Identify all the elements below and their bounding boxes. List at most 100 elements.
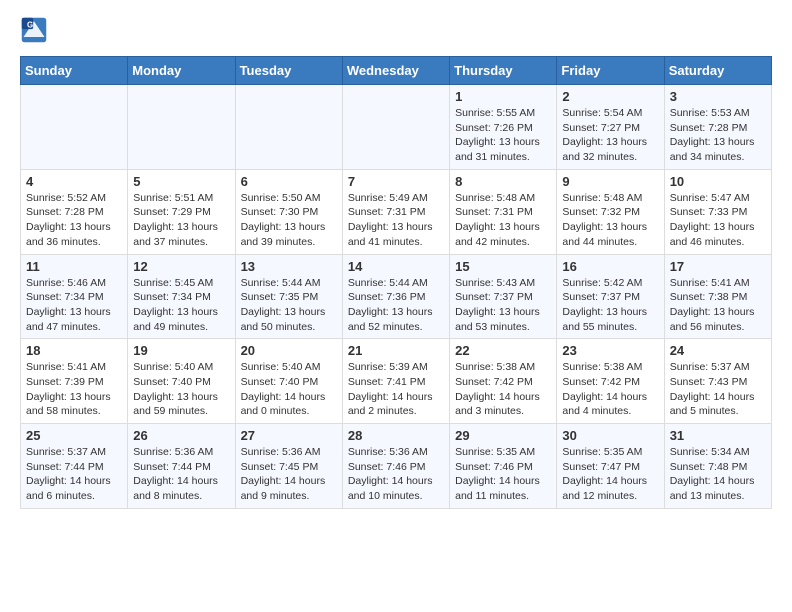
day-number: 1 xyxy=(455,89,551,104)
calendar-cell: 15 Sunrise: 5:43 AMSunset: 7:37 PMDayligh… xyxy=(450,254,557,339)
calendar-cell: 16 Sunrise: 5:42 AMSunset: 7:37 PMDayligh… xyxy=(557,254,664,339)
calendar-cell: 3 Sunrise: 5:53 AMSunset: 7:28 PMDaylight… xyxy=(664,85,771,170)
calendar-cell: 2Sunrise: 5:54 AMSunset: 7:27 PMDaylight… xyxy=(557,85,664,170)
day-number: 27 xyxy=(241,428,337,443)
day-number: 29 xyxy=(455,428,551,443)
calendar-cell: 5Sunrise: 5:51 AMSunset: 7:29 PMDaylight… xyxy=(128,169,235,254)
day-number: 9 xyxy=(562,174,658,189)
day-number: 26 xyxy=(133,428,229,443)
weekday-header-monday: Monday xyxy=(128,57,235,85)
day-number: 31 xyxy=(670,428,766,443)
day-info: Sunrise: 5:44 AMSunset: 7:35 PMDaylight:… xyxy=(241,276,337,335)
day-info: Sunrise: 5:37 AMSunset: 7:44 PMDaylight:… xyxy=(26,445,122,504)
day-number: 21 xyxy=(348,343,444,358)
calendar-cell: 24 Sunrise: 5:37 AMSunset: 7:43 PMDayligh… xyxy=(664,339,771,424)
calendar-cell: 28 Sunrise: 5:36 AMSunset: 7:46 PMDayligh… xyxy=(342,424,449,509)
day-info: Sunrise: 5:50 AMSunset: 7:30 PMDaylight:… xyxy=(241,191,337,250)
calendar-cell: 22 Sunrise: 5:38 AMSunset: 7:42 PMDayligh… xyxy=(450,339,557,424)
day-info: Sunrise: 5:36 AMSunset: 7:44 PMDaylight:… xyxy=(133,445,229,504)
day-number: 25 xyxy=(26,428,122,443)
day-number: 15 xyxy=(455,259,551,274)
day-info: Sunrise: 5:43 AMSunset: 7:37 PMDaylight:… xyxy=(455,276,551,335)
calendar-cell: 18Sunrise: 5:41 AMSunset: 7:39 PMDayligh… xyxy=(21,339,128,424)
day-info: Sunrise: 5:42 AMSunset: 7:37 PMDaylight:… xyxy=(562,276,658,335)
calendar-cell xyxy=(342,85,449,170)
day-number: 28 xyxy=(348,428,444,443)
calendar-cell: 31 Sunrise: 5:34 AMSunset: 7:48 PMDayligh… xyxy=(664,424,771,509)
calendar-cell xyxy=(128,85,235,170)
calendar-cell: 11 Sunrise: 5:46 AMSunset: 7:34 PMDayligh… xyxy=(21,254,128,339)
calendar-cell xyxy=(235,85,342,170)
day-info: Sunrise: 5:48 AMSunset: 7:31 PMDaylight:… xyxy=(455,191,551,250)
day-number: 10 xyxy=(670,174,766,189)
day-info: Sunrise: 5:45 AMSunset: 7:34 PMDaylight:… xyxy=(133,276,229,335)
day-info: Sunrise: 5:35 AMSunset: 7:47 PMDaylight:… xyxy=(562,445,658,504)
day-info: Sunrise: 5:53 AMSunset: 7:28 PMDaylight:… xyxy=(670,106,766,165)
week-row-3: 11 Sunrise: 5:46 AMSunset: 7:34 PMDayligh… xyxy=(21,254,772,339)
week-row-2: 4 Sunrise: 5:52 AMSunset: 7:28 PMDaylight… xyxy=(21,169,772,254)
day-number: 12 xyxy=(133,259,229,274)
calendar-cell: 1Sunrise: 5:55 AMSunset: 7:26 PMDaylight… xyxy=(450,85,557,170)
calendar-cell: 26 Sunrise: 5:36 AMSunset: 7:44 PMDayligh… xyxy=(128,424,235,509)
day-info: Sunrise: 5:44 AMSunset: 7:36 PMDaylight:… xyxy=(348,276,444,335)
day-info: Sunrise: 5:49 AMSunset: 7:31 PMDaylight:… xyxy=(348,191,444,250)
page: G SundayMondayTuesdayWednesdayThursdayFr… xyxy=(0,0,792,525)
day-number: 8 xyxy=(455,174,551,189)
calendar-cell: 12 Sunrise: 5:45 AMSunset: 7:34 PMDayligh… xyxy=(128,254,235,339)
weekday-header-friday: Friday xyxy=(557,57,664,85)
day-number: 4 xyxy=(26,174,122,189)
day-number: 24 xyxy=(670,343,766,358)
calendar-cell: 27Sunrise: 5:36 AMSunset: 7:45 PMDayligh… xyxy=(235,424,342,509)
day-info: Sunrise: 5:46 AMSunset: 7:34 PMDaylight:… xyxy=(26,276,122,335)
day-info: Sunrise: 5:47 AMSunset: 7:33 PMDaylight:… xyxy=(670,191,766,250)
week-row-5: 25 Sunrise: 5:37 AMSunset: 7:44 PMDayligh… xyxy=(21,424,772,509)
calendar-cell: 21Sunrise: 5:39 AMSunset: 7:41 PMDayligh… xyxy=(342,339,449,424)
day-number: 30 xyxy=(562,428,658,443)
weekday-header-sunday: Sunday xyxy=(21,57,128,85)
day-number: 14 xyxy=(348,259,444,274)
day-info: Sunrise: 5:38 AMSunset: 7:42 PMDaylight:… xyxy=(562,360,658,419)
calendar-cell: 14 Sunrise: 5:44 AMSunset: 7:36 PMDayligh… xyxy=(342,254,449,339)
day-number: 3 xyxy=(670,89,766,104)
calendar-cell: 9 Sunrise: 5:48 AMSunset: 7:32 PMDaylight… xyxy=(557,169,664,254)
day-info: Sunrise: 5:54 AMSunset: 7:27 PMDaylight:… xyxy=(562,106,658,165)
day-info: Sunrise: 5:36 AMSunset: 7:46 PMDaylight:… xyxy=(348,445,444,504)
weekday-header-row: SundayMondayTuesdayWednesdayThursdayFrid… xyxy=(21,57,772,85)
week-row-4: 18Sunrise: 5:41 AMSunset: 7:39 PMDayligh… xyxy=(21,339,772,424)
day-number: 13 xyxy=(241,259,337,274)
calendar-cell: 30 Sunrise: 5:35 AMSunset: 7:47 PMDayligh… xyxy=(557,424,664,509)
calendar-cell: 19 Sunrise: 5:40 AMSunset: 7:40 PMDayligh… xyxy=(128,339,235,424)
calendar-cell: 25 Sunrise: 5:37 AMSunset: 7:44 PMDayligh… xyxy=(21,424,128,509)
weekday-header-tuesday: Tuesday xyxy=(235,57,342,85)
logo-icon: G xyxy=(20,16,48,44)
day-info: Sunrise: 5:41 AMSunset: 7:38 PMDaylight:… xyxy=(670,276,766,335)
day-info: Sunrise: 5:41 AMSunset: 7:39 PMDaylight:… xyxy=(26,360,122,419)
day-info: Sunrise: 5:38 AMSunset: 7:42 PMDaylight:… xyxy=(455,360,551,419)
weekday-header-thursday: Thursday xyxy=(450,57,557,85)
day-info: Sunrise: 5:40 AMSunset: 7:40 PMDaylight:… xyxy=(241,360,337,419)
calendar-cell: 23Sunrise: 5:38 AMSunset: 7:42 PMDayligh… xyxy=(557,339,664,424)
day-number: 16 xyxy=(562,259,658,274)
day-info: Sunrise: 5:40 AMSunset: 7:40 PMDaylight:… xyxy=(133,360,229,419)
calendar-table: SundayMondayTuesdayWednesdayThursdayFrid… xyxy=(20,56,772,509)
calendar-cell: 8 Sunrise: 5:48 AMSunset: 7:31 PMDaylight… xyxy=(450,169,557,254)
week-row-1: 1Sunrise: 5:55 AMSunset: 7:26 PMDaylight… xyxy=(21,85,772,170)
day-info: Sunrise: 5:52 AMSunset: 7:28 PMDaylight:… xyxy=(26,191,122,250)
day-number: 20 xyxy=(241,343,337,358)
day-number: 22 xyxy=(455,343,551,358)
calendar-cell: 6Sunrise: 5:50 AMSunset: 7:30 PMDaylight… xyxy=(235,169,342,254)
day-info: Sunrise: 5:48 AMSunset: 7:32 PMDaylight:… xyxy=(562,191,658,250)
calendar-cell xyxy=(21,85,128,170)
calendar-cell: 20 Sunrise: 5:40 AMSunset: 7:40 PMDayligh… xyxy=(235,339,342,424)
calendar-cell: 17Sunrise: 5:41 AMSunset: 7:38 PMDayligh… xyxy=(664,254,771,339)
calendar-cell: 7Sunrise: 5:49 AMSunset: 7:31 PMDaylight… xyxy=(342,169,449,254)
day-number: 19 xyxy=(133,343,229,358)
weekday-header-wednesday: Wednesday xyxy=(342,57,449,85)
svg-text:G: G xyxy=(27,20,33,29)
header: G xyxy=(20,16,772,44)
day-info: Sunrise: 5:34 AMSunset: 7:48 PMDaylight:… xyxy=(670,445,766,504)
day-info: Sunrise: 5:35 AMSunset: 7:46 PMDaylight:… xyxy=(455,445,551,504)
day-number: 11 xyxy=(26,259,122,274)
day-info: Sunrise: 5:37 AMSunset: 7:43 PMDaylight:… xyxy=(670,360,766,419)
weekday-header-saturday: Saturday xyxy=(664,57,771,85)
